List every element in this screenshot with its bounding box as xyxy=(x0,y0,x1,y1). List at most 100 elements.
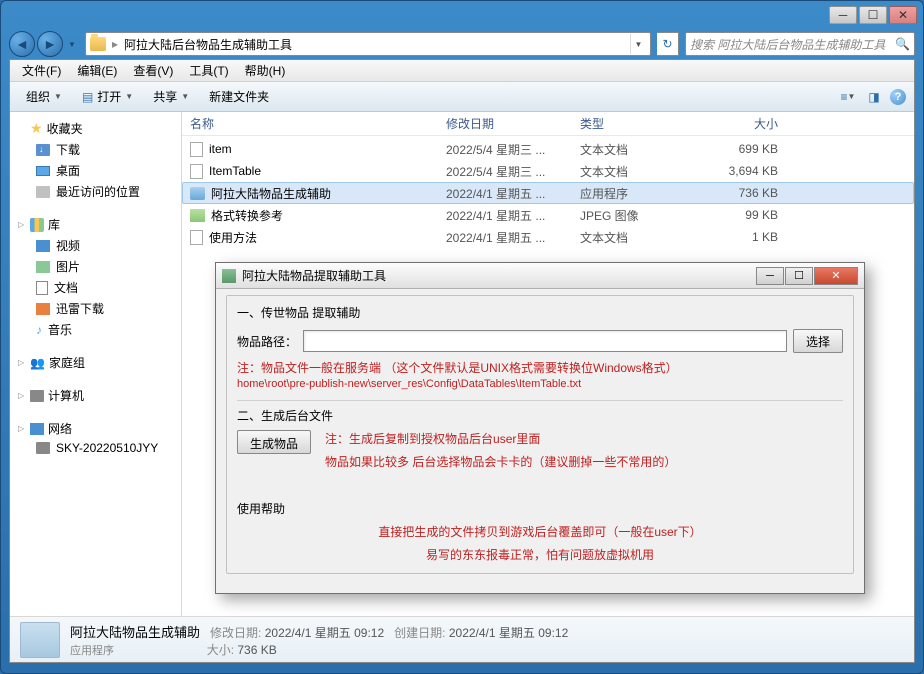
menu-view[interactable]: 查看(V) xyxy=(125,62,181,79)
open-button[interactable]: ▤ 打开 ▼ xyxy=(74,86,141,107)
file-size: 99 KB xyxy=(698,208,798,222)
menu-edit[interactable]: 编辑(E) xyxy=(69,62,125,79)
sidebar-downloads[interactable]: 下载 xyxy=(12,139,179,160)
status-filename: 阿拉大陆物品生成辅助 xyxy=(70,625,200,640)
xunlei-icon xyxy=(36,303,50,315)
file-name: 阿拉大陆物品生成辅助 xyxy=(211,185,331,202)
file-pane: 名称 修改日期 类型 大小 item2022/5/4 星期三 ...文本文档69… xyxy=(182,112,914,616)
content-area: 文件(F) 编辑(E) 查看(V) 工具(T) 帮助(H) 组织 ▼ ▤ 打开 … xyxy=(9,59,915,663)
search-input[interactable]: 搜索 阿拉大陆后台物品生成辅助工具 🔍 xyxy=(685,32,915,56)
history-drop[interactable]: ▼ xyxy=(65,31,79,57)
dialog-close[interactable]: ✕ xyxy=(814,267,858,285)
section1-title: 一、传世物品 提取辅助 xyxy=(237,304,843,321)
note1: 注：物品文件一般在服务端 （这个文件默认是UNIX格式需要转换位Windows格… xyxy=(237,359,843,376)
file-size: 699 KB xyxy=(698,142,798,156)
back-button[interactable]: ◄ xyxy=(9,31,35,57)
video-icon xyxy=(36,240,50,252)
dialog-minimize[interactable]: ─ xyxy=(756,267,784,285)
breadcrumb-text[interactable]: 阿拉大陆后台物品生成辅助工具 xyxy=(124,36,292,53)
file-row[interactable]: 格式转换参考2022/4/1 星期五 ...JPEG 图像99 KB xyxy=(182,204,914,226)
file-date: 2022/4/1 星期五 ... xyxy=(446,207,580,224)
file-name: 格式转换参考 xyxy=(211,207,283,224)
computer-icon xyxy=(30,390,44,402)
address-drop[interactable]: ▼ xyxy=(630,34,646,54)
generate-button[interactable]: 生成物品 xyxy=(237,430,311,454)
file-row[interactable]: item2022/5/4 星期三 ...文本文档699 KB xyxy=(182,138,914,160)
recent-icon xyxy=(36,186,50,198)
network-header[interactable]: ▷网络 xyxy=(12,418,179,439)
libraries-header[interactable]: ▷库 xyxy=(12,214,179,235)
file-type: 文本文档 xyxy=(580,141,698,158)
file-row[interactable]: 使用方法2022/4/1 星期五 ...文本文档1 KB xyxy=(182,226,914,248)
dialog-title: 阿拉大陆物品提取辅助工具 xyxy=(242,267,386,284)
help-line1: 直接把生成的文件拷贝到游戏后台覆盖即可（一般在user下） xyxy=(237,523,843,540)
minimize-button[interactable]: ─ xyxy=(829,6,857,24)
picture-icon xyxy=(36,261,50,273)
sidebar-network-pc[interactable]: SKY-20220510JYY xyxy=(12,439,179,457)
file-row[interactable]: 阿拉大陆物品生成辅助2022/4/1 星期五 ...应用程序736 KB xyxy=(182,182,914,204)
note2b: 物品如果比较多 后台选择物品会卡卡的（建议删掉一些不常用的） xyxy=(325,453,843,470)
address-bar[interactable]: ▸ 阿拉大陆后台物品生成辅助工具 ▼ xyxy=(85,32,651,56)
music-icon: ♪ xyxy=(36,323,42,337)
menu-file[interactable]: 文件(F) xyxy=(14,62,69,79)
dialog-body: 一、传世物品 提取辅助 物品路径： 选择 注：物品文件一般在服务端 （这个文件默… xyxy=(216,289,864,580)
col-date[interactable]: 修改日期 xyxy=(446,115,580,132)
col-name[interactable]: 名称 xyxy=(190,115,446,132)
file-size: 1 KB xyxy=(698,230,798,244)
search-icon[interactable]: 🔍 xyxy=(895,37,910,51)
sidebar-videos[interactable]: 视频 xyxy=(12,235,179,256)
sidebar-recent[interactable]: 最近访问的位置 xyxy=(12,181,179,202)
path-example: home\root\pre-publish-new\server_res\Con… xyxy=(237,378,843,390)
file-row[interactable]: ItemTable2022/5/4 星期三 ...文本文档3,694 KB xyxy=(182,160,914,182)
library-icon xyxy=(30,218,44,232)
status-thumbnail xyxy=(20,622,60,658)
tool-dialog: 阿拉大陆物品提取辅助工具 ─ ☐ ✕ 一、传世物品 提取辅助 物品路径： xyxy=(215,262,865,594)
file-size: 3,694 KB xyxy=(698,164,798,178)
menu-tools[interactable]: 工具(T) xyxy=(181,62,236,79)
dialog-titlebar[interactable]: 阿拉大陆物品提取辅助工具 ─ ☐ ✕ xyxy=(216,263,864,289)
view-options-button[interactable]: ≡ ▼ xyxy=(838,89,858,105)
nav-arrows: ◄ ► ▼ xyxy=(9,31,79,57)
file-icon xyxy=(190,230,203,245)
note2a: 注：生成后复制到授权物品后台user里面 xyxy=(325,430,843,447)
dialog-maximize[interactable]: ☐ xyxy=(785,267,813,285)
sidebar-desktop[interactable]: 桌面 xyxy=(12,160,179,181)
file-type: 文本文档 xyxy=(580,229,698,246)
close-button[interactable]: ✕ xyxy=(889,6,917,24)
status-type: 应用程序 xyxy=(70,645,114,657)
homegroup-icon: 👥 xyxy=(30,356,45,370)
menu-help[interactable]: 帮助(H) xyxy=(237,62,294,79)
col-size[interactable]: 大小 xyxy=(698,115,798,132)
file-name: item xyxy=(209,142,232,156)
file-icon xyxy=(190,164,203,179)
titlebar: ─ ☐ ✕ xyxy=(1,1,923,29)
preview-pane-button[interactable]: ◨ xyxy=(864,89,884,105)
browse-button[interactable]: 选择 xyxy=(793,329,843,353)
desktop-icon xyxy=(36,166,50,176)
favorites-header[interactable]: ★收藏夹 xyxy=(12,118,179,139)
toolbar: 组织 ▼ ▤ 打开 ▼ 共享 ▼ 新建文件夹 ≡ ▼ ◨ ? xyxy=(10,82,914,112)
explorer-window: ─ ☐ ✕ ◄ ► ▼ ▸ 阿拉大陆后台物品生成辅助工具 ▼ ↻ 搜索 阿拉大陆… xyxy=(0,0,924,674)
network-icon xyxy=(30,423,44,435)
computer-header[interactable]: ▷计算机 xyxy=(12,385,179,406)
sidebar-pictures[interactable]: 图片 xyxy=(12,256,179,277)
star-icon: ★ xyxy=(30,120,43,137)
path-input[interactable] xyxy=(303,330,787,352)
statusbar: 阿拉大陆物品生成辅助 修改日期: 2022/4/1 星期五 09:12 创建日期… xyxy=(10,616,914,662)
sidebar-music[interactable]: ♪音乐 xyxy=(12,319,179,340)
refresh-button[interactable]: ↻ xyxy=(657,32,679,56)
forward-button[interactable]: ► xyxy=(37,31,63,57)
col-type[interactable]: 类型 xyxy=(580,115,698,132)
maximize-button[interactable]: ☐ xyxy=(859,6,887,24)
organize-button[interactable]: 组织 ▼ xyxy=(18,86,70,107)
file-type: 应用程序 xyxy=(580,185,698,202)
sidebar-documents[interactable]: 文档 xyxy=(12,277,179,298)
share-button[interactable]: 共享 ▼ xyxy=(145,86,197,107)
help-icon[interactable]: ? xyxy=(890,89,906,105)
homegroup-header[interactable]: ▷👥家庭组 xyxy=(12,352,179,373)
newfolder-button[interactable]: 新建文件夹 xyxy=(201,86,277,107)
help-header: 使用帮助 xyxy=(237,500,843,517)
window-controls: ─ ☐ ✕ xyxy=(829,6,917,24)
sidebar-xunlei[interactable]: 迅雷下载 xyxy=(12,298,179,319)
file-icon xyxy=(190,187,205,200)
